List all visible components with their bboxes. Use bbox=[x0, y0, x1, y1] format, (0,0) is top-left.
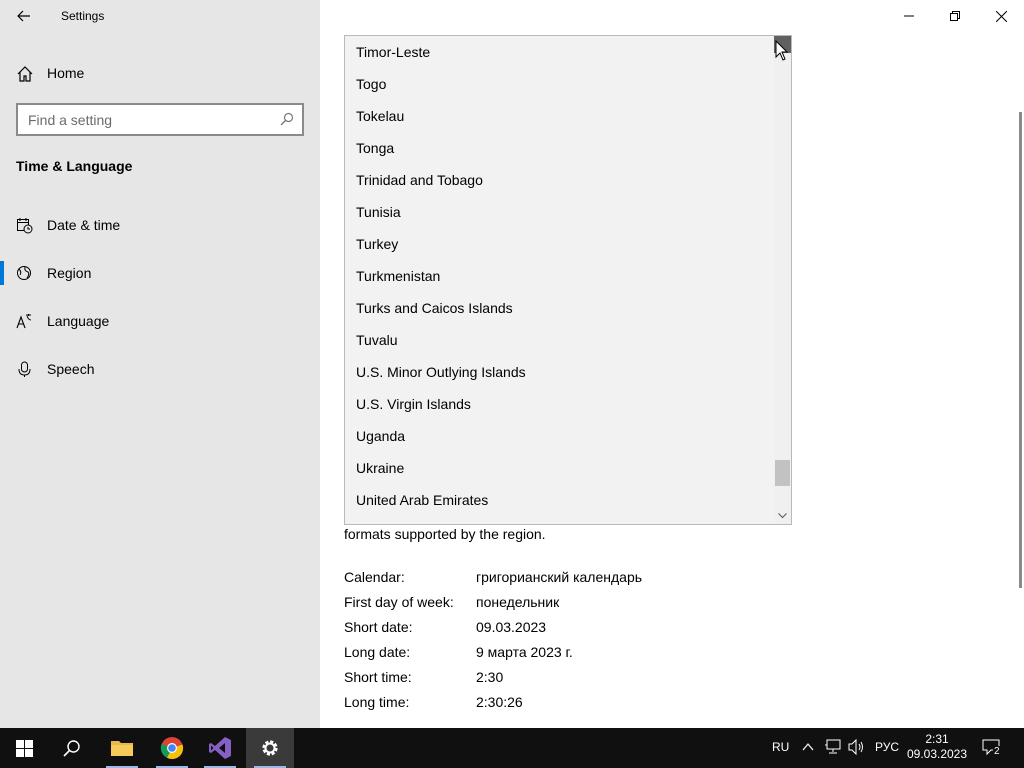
format-value: 2:30 bbox=[476, 669, 504, 685]
format-key: Short date: bbox=[344, 619, 413, 635]
country-option[interactable]: Turkey bbox=[345, 228, 775, 260]
calendar-clock-icon bbox=[17, 218, 33, 234]
visual-studio-icon bbox=[209, 737, 231, 759]
format-value: 09.03.2023 bbox=[476, 619, 547, 635]
start-button[interactable] bbox=[0, 728, 48, 768]
country-dropdown-list[interactable]: Timor-Leste Togo Tokelau Tonga Trinidad and … bbox=[344, 35, 792, 525]
format-key: Short time: bbox=[344, 669, 412, 685]
action-center-button[interactable]: 2 bbox=[982, 739, 1004, 759]
minimize-button[interactable] bbox=[886, 0, 932, 32]
country-option[interactable]: Tuvalu bbox=[345, 324, 775, 356]
section-title: Time & Language bbox=[16, 158, 133, 174]
format-key: Long date: bbox=[344, 644, 411, 660]
home-icon bbox=[17, 66, 33, 82]
restore-button[interactable] bbox=[932, 0, 978, 32]
sidebar-item-region[interactable]: Region bbox=[0, 253, 320, 293]
file-explorer-button[interactable] bbox=[98, 728, 146, 768]
format-row-calendar: Calendar: григорианский календарь bbox=[344, 569, 744, 594]
sidebar-item-label: Date & time bbox=[47, 217, 121, 233]
format-key: Calendar: bbox=[344, 569, 405, 585]
country-list: Timor-Leste Togo Tokelau Tonga Trinidad and … bbox=[345, 36, 775, 516]
country-option[interactable]: U.S. Virgin Islands bbox=[345, 388, 775, 420]
scroll-down-button[interactable] bbox=[774, 507, 791, 524]
sidebar-item-date-time[interactable]: Date & time bbox=[0, 205, 320, 245]
country-option[interactable]: Turkmenistan bbox=[345, 260, 775, 292]
globe-icon bbox=[17, 266, 31, 280]
dropdown-scrollbar[interactable] bbox=[774, 36, 791, 524]
taskbar: RU РУС 2:31 09.03.2023 2 bbox=[0, 728, 1024, 768]
back-button[interactable] bbox=[8, 4, 40, 28]
active-indicator bbox=[0, 261, 4, 285]
close-button[interactable] bbox=[978, 0, 1024, 32]
chrome-icon bbox=[160, 737, 184, 760]
format-row-short-date: Short date: 09.03.2023 bbox=[344, 619, 744, 644]
search-box[interactable] bbox=[16, 103, 304, 136]
format-row-first-day: First day of week: понедельник bbox=[344, 594, 744, 619]
mouse-cursor-icon bbox=[775, 40, 789, 61]
format-value: понедельник bbox=[476, 594, 560, 610]
chevron-down-icon bbox=[778, 512, 787, 518]
home-nav-item[interactable]: Home bbox=[0, 57, 320, 89]
sidebar-item-label: Speech bbox=[47, 361, 95, 377]
back-arrow-icon bbox=[17, 10, 30, 22]
country-option[interactable]: Ukraine bbox=[345, 452, 775, 484]
settings-taskbar-button[interactable] bbox=[246, 728, 294, 768]
keyboard-layout-indicator[interactable]: РУС bbox=[875, 740, 899, 754]
search-input[interactable] bbox=[18, 105, 268, 134]
format-value: 2:30:26 bbox=[476, 694, 523, 710]
sidebar-item-speech[interactable]: Speech bbox=[0, 349, 320, 389]
sidebar-item-label: Region bbox=[47, 265, 92, 281]
home-label: Home bbox=[47, 65, 85, 81]
clock-time: 2:31 bbox=[925, 732, 949, 746]
taskbar-search-button[interactable] bbox=[48, 728, 96, 768]
country-option[interactable]: United Arab Emirates bbox=[345, 484, 775, 516]
country-option[interactable]: Turks and Caicos Islands bbox=[345, 292, 775, 324]
country-option[interactable]: U.S. Minor Outlying Islands bbox=[345, 356, 775, 388]
settings-gear-icon bbox=[262, 740, 278, 756]
country-option[interactable]: Timor-Leste bbox=[345, 36, 775, 68]
format-key: Long time: bbox=[344, 694, 410, 710]
format-row-long-time: Long time: 2:30:26 bbox=[344, 694, 744, 719]
country-option[interactable]: Tunisia bbox=[345, 196, 775, 228]
sidebar-item-label: Language bbox=[47, 313, 110, 329]
notification-count-badge: 2 bbox=[993, 746, 1001, 757]
chrome-button[interactable] bbox=[148, 728, 196, 768]
format-value: григорианский календарь bbox=[476, 569, 643, 585]
country-option[interactable]: Togo bbox=[345, 68, 775, 100]
scroll-thumb[interactable] bbox=[775, 460, 790, 486]
clock[interactable]: 2:31 09.03.2023 bbox=[900, 732, 974, 762]
format-key: First day of week: bbox=[344, 594, 454, 610]
region-format-description: formats supported by the region. bbox=[344, 526, 546, 542]
microphone-icon bbox=[18, 361, 31, 377]
page-scrollbar[interactable] bbox=[1019, 112, 1022, 588]
country-option[interactable]: Trinidad and Tobago bbox=[345, 164, 775, 196]
show-hidden-icons-chevron-icon[interactable] bbox=[802, 742, 814, 752]
visual-studio-button[interactable] bbox=[196, 728, 244, 768]
input-language-indicator[interactable]: RU bbox=[772, 740, 789, 754]
restore-icon bbox=[950, 11, 960, 21]
sidebar: Settings Home Time & Language Date & tim… bbox=[0, 0, 320, 728]
format-value: 9 марта 2023 г. bbox=[476, 644, 573, 660]
app-title: Settings bbox=[61, 9, 105, 23]
language-icon bbox=[16, 314, 32, 329]
start-icon bbox=[15, 739, 33, 757]
format-row-short-time: Short time: 2:30 bbox=[344, 669, 744, 694]
search-icon bbox=[63, 740, 80, 757]
close-icon bbox=[995, 10, 1007, 22]
minimize-icon bbox=[904, 15, 914, 17]
volume-icon[interactable] bbox=[848, 739, 866, 755]
format-row-long-date: Long date: 9 марта 2023 г. bbox=[344, 644, 744, 669]
title-bar: Settings bbox=[0, 0, 320, 32]
country-option[interactable]: Tonga bbox=[345, 132, 775, 164]
country-option[interactable]: Tokelau bbox=[345, 100, 775, 132]
search-icon bbox=[280, 112, 294, 126]
sidebar-item-language[interactable]: Language bbox=[0, 301, 320, 341]
country-option[interactable]: Uganda bbox=[345, 420, 775, 452]
clock-date: 09.03.2023 bbox=[906, 747, 968, 761]
file-explorer-icon bbox=[111, 741, 133, 756]
network-icon[interactable] bbox=[824, 739, 842, 755]
